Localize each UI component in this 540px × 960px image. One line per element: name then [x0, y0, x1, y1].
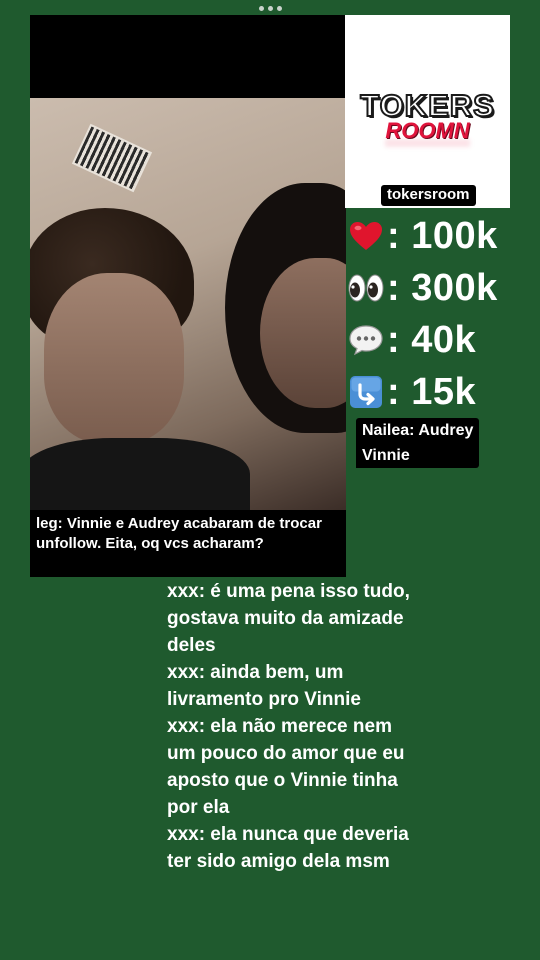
logo-subtitle: ROOMN — [385, 118, 470, 143]
story-page: leg: Vinnie e Audrey acabaram de trocar … — [0, 0, 540, 960]
person-left-shirt — [30, 438, 250, 510]
stat-views: : 300k — [347, 262, 498, 314]
stat-comments-value: : 40k — [387, 318, 477, 361]
stat-shares-value: : 15k — [387, 370, 477, 413]
mention-tag: Nailea: Audrey Vinnie — [356, 418, 480, 468]
eyes-icon — [347, 268, 385, 308]
speech-bubble-icon — [347, 320, 385, 360]
stats-list: : 100k : 300k: 40k: 15k — [347, 210, 498, 418]
person-left-face — [44, 273, 184, 443]
stat-shares: : 15k — [347, 366, 498, 418]
comment-item: xxx: ela nunca que deveria ter sido amig… — [167, 824, 409, 872]
brand-logo-card: TOKERS ROOMN tokersroom — [345, 15, 510, 208]
photo-image — [30, 98, 346, 510]
comment-item: xxx: ela não merece nem um pouco do amor… — [167, 716, 405, 818]
comments-list: xxx: é uma pena isso tudo, gostava muito… — [167, 578, 417, 875]
post-caption: leg: Vinnie e Audrey acabaram de trocar … — [30, 510, 346, 577]
mention-tag-line2: Vinnie — [356, 443, 416, 468]
handle-label: tokersroom — [381, 185, 476, 206]
more-options-icon[interactable] — [259, 6, 282, 11]
stat-likes-value: : 100k — [387, 214, 498, 257]
stat-views-value: : 300k — [387, 266, 498, 309]
mention-tag-line1: Nailea: Audrey — [362, 422, 474, 439]
comment-item: xxx: é uma pena isso tudo, gostava muito… — [167, 581, 410, 656]
heart-icon — [347, 216, 385, 256]
ceiling-light-shape — [71, 123, 153, 193]
stat-likes: : 100k — [347, 210, 498, 262]
comment-item: xxx: ainda bem, um livramento pro Vinnie — [167, 662, 361, 710]
share-arrow-icon — [347, 372, 385, 412]
stat-comments: : 40k — [347, 314, 498, 366]
post-photo: leg: Vinnie e Audrey acabaram de trocar … — [30, 15, 346, 577]
